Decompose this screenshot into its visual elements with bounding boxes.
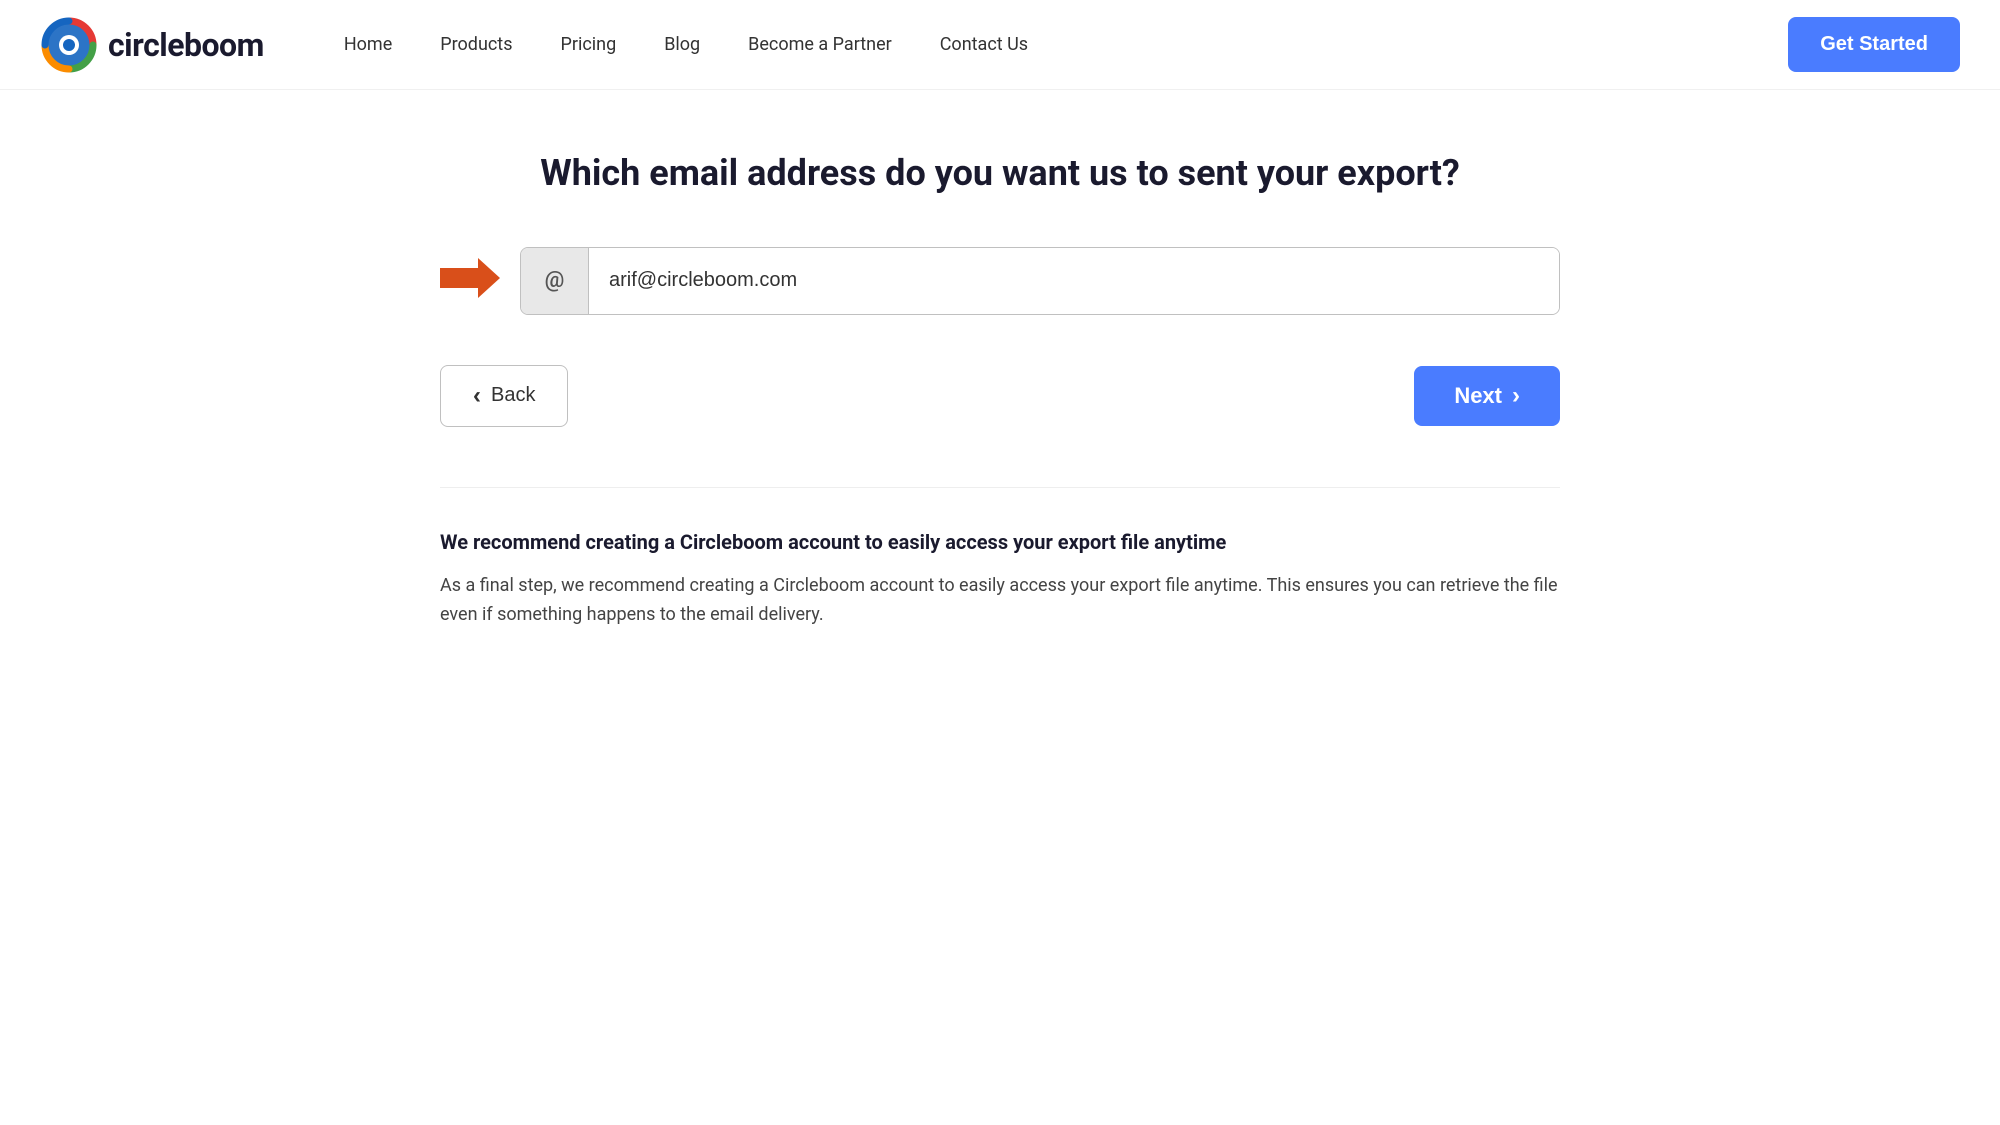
nav-links: Home Products Pricing Blog Become a Part… [344,34,1788,55]
navbar: circleboom Home Products Pricing Blog Be… [0,0,2000,90]
recommendation-section: We recommend creating a Circleboom accou… [440,487,1560,630]
nav-item-pricing[interactable]: Pricing [561,34,617,55]
back-label: Back [491,384,535,407]
nav-item-products[interactable]: Products [440,34,512,55]
page-question: Which email address do you want us to se… [440,150,1560,197]
chevron-right-icon [1512,382,1520,410]
nav-item-contact[interactable]: Contact Us [940,34,1028,55]
back-button[interactable]: Back [440,365,568,427]
at-symbol: @ [521,248,589,314]
nav-buttons: Back Next [440,365,1560,427]
arrow-right-icon [440,255,500,307]
nav-item-blog[interactable]: Blog [664,34,700,55]
recommendation-body: As a final step, we recommend creating a… [440,572,1560,630]
get-started-button[interactable]: Get Started [1788,17,1960,72]
nav-item-home[interactable]: Home [344,34,392,55]
logo-text: circleboom [108,26,264,64]
email-input-row: @ [440,247,1560,315]
logo-icon [40,16,98,74]
nav-item-partner[interactable]: Become a Partner [748,34,892,55]
email-input[interactable] [589,248,1559,314]
recommendation-title: We recommend creating a Circleboom accou… [440,528,1560,556]
email-input-wrapper: @ [520,247,1560,315]
chevron-left-icon [473,382,481,410]
main-content: Which email address do you want us to se… [400,90,1600,669]
next-label: Next [1454,383,1502,409]
next-button[interactable]: Next [1414,366,1560,426]
logo-link[interactable]: circleboom [40,16,264,74]
